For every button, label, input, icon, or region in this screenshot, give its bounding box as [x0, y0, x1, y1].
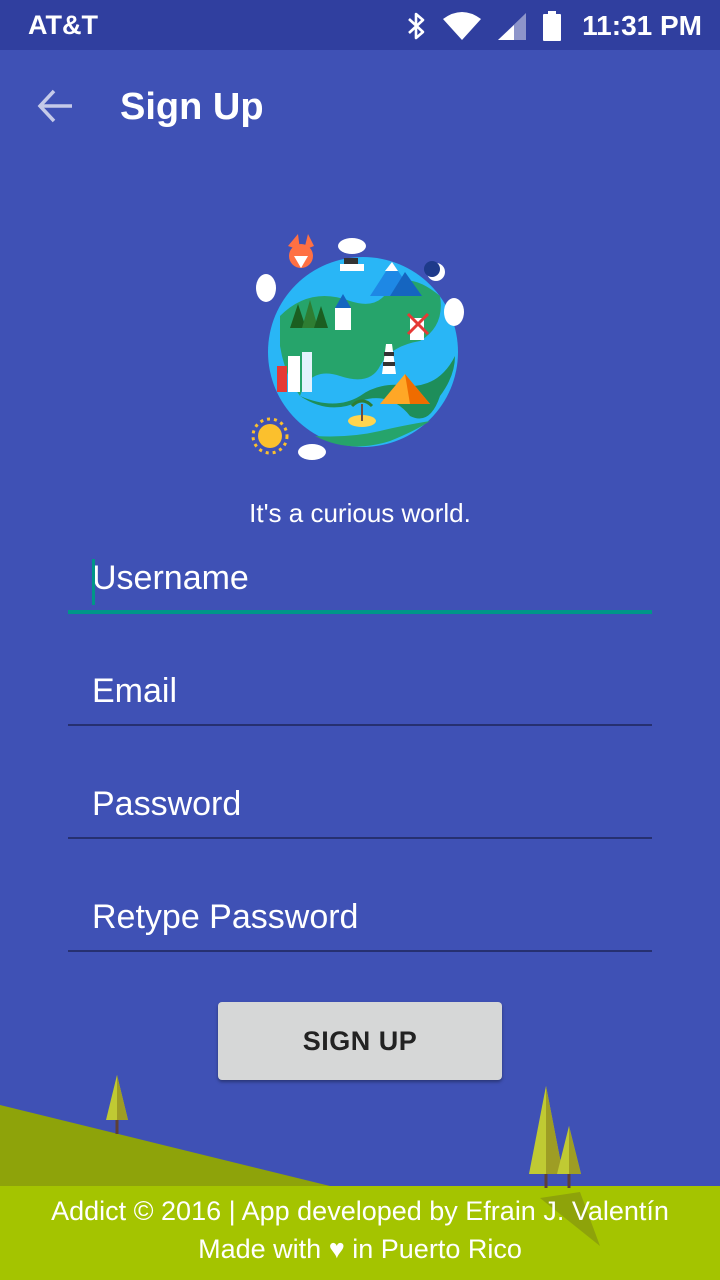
- app-bar: Sign Up: [0, 50, 720, 162]
- page-title: Sign Up: [120, 86, 264, 128]
- email-field: [68, 658, 652, 728]
- password-input[interactable]: [68, 771, 652, 837]
- password-underline: [68, 837, 652, 839]
- footer-made-with-suffix: in Puerto Rico: [352, 1234, 522, 1264]
- email-underline: [68, 724, 652, 726]
- heart-icon: ♥: [328, 1234, 345, 1264]
- cell-signal-icon: [498, 13, 527, 40]
- retype-password-field: [68, 884, 652, 954]
- text-caret: [92, 559, 95, 605]
- sign-up-button[interactable]: SIGN UP: [218, 1002, 502, 1080]
- status-icons: 11:31 PM: [406, 8, 702, 44]
- clock: 11:31 PM: [582, 10, 702, 41]
- email-input[interactable]: [68, 658, 652, 724]
- bluetooth-icon: [408, 12, 425, 40]
- footer-made-with-prefix: Made with: [198, 1234, 322, 1264]
- arrow-left-icon[interactable]: [34, 86, 78, 126]
- wifi-icon: [443, 12, 482, 40]
- carrier-label: AT&T: [28, 10, 98, 40]
- status-bar: AT&T 11:31 PM: [0, 0, 720, 50]
- footer: Addict © 2016 | App developed by Efrain …: [0, 1186, 720, 1280]
- retype-password-underline: [68, 950, 652, 952]
- password-field: [68, 771, 652, 841]
- username-input[interactable]: [68, 545, 652, 611]
- username-underline: [68, 610, 652, 614]
- username-field: [68, 545, 652, 615]
- footer-made-with: Made with ♥ in Puerto Rico: [0, 1230, 720, 1268]
- world-globe-illustration: [251, 234, 464, 460]
- battery-icon: [543, 11, 562, 41]
- footer-credits: Addict © 2016 | App developed by Efrain …: [51, 1196, 669, 1226]
- retype-password-input[interactable]: [68, 884, 652, 950]
- tagline: It's a curious world.: [249, 498, 471, 528]
